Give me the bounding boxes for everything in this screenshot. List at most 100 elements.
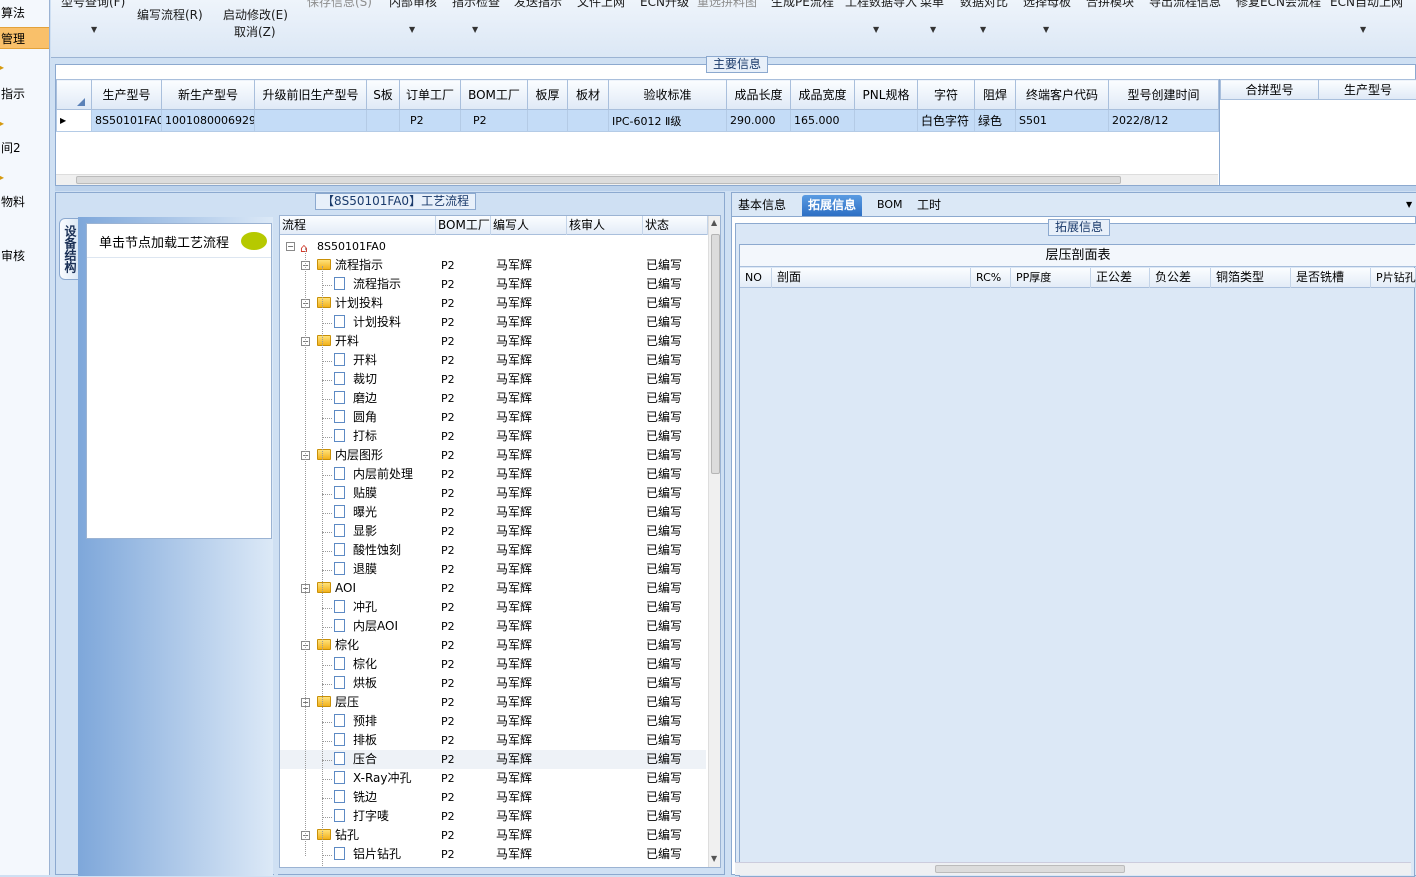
chevron-down-icon[interactable]: ▼	[873, 25, 879, 34]
col-header[interactable]: 成品长度	[727, 80, 791, 110]
col-header[interactable]: 剖面	[772, 268, 971, 288]
table-cell[interactable]: P2	[461, 110, 528, 132]
col-header[interactable]: P片钻孔	[1371, 268, 1416, 288]
tree-folder-node[interactable]: −流程指示P2马军辉已编写	[280, 256, 706, 275]
table-cell[interactable]: S501	[1016, 110, 1109, 132]
nav-item-algorithm[interactable]: 算法	[0, 2, 50, 24]
tree-leaf-node[interactable]: 磨边P2马军辉已编写	[280, 389, 706, 408]
col-header[interactable]: NO	[740, 268, 772, 288]
row-selector-header[interactable]	[57, 80, 92, 110]
nav-item-review[interactable]: 审核	[0, 245, 50, 267]
chevron-down-icon[interactable]: ▼	[91, 25, 97, 34]
chevron-down-icon[interactable]: ▼	[1406, 200, 1412, 209]
tree-leaf-node[interactable]: 内层前处理P2马军辉已编写	[280, 465, 706, 484]
chevron-down-icon[interactable]: ▼	[409, 25, 415, 34]
scroll-up-icon[interactable]: ▲	[711, 218, 717, 227]
toolbar-ecn-auto[interactable]: ECN自动上网	[1330, 0, 1403, 10]
tree-leaf-node[interactable]: 冲孔P2马军辉已编写	[280, 598, 706, 617]
scroll-thumb[interactable]	[76, 176, 1121, 184]
table-cell[interactable]: 2022/8/12	[1109, 110, 1219, 132]
col-header[interactable]: 阻焊	[975, 80, 1016, 110]
tree-root[interactable]: − ⌂8S50101FA0	[280, 237, 706, 256]
col-header-bom[interactable]: BOM工厂	[436, 216, 491, 235]
tab-device-structure[interactable]: 设备结构	[59, 218, 79, 280]
chevron-down-icon[interactable]: ▼	[1043, 25, 1049, 34]
col-header[interactable]: 新生产型号	[162, 80, 255, 110]
tree-leaf-node[interactable]: 流程指示P2马军辉已编写	[280, 275, 706, 294]
toolbar-write-flow-button[interactable]: 编写流程(R)	[137, 6, 203, 23]
table-cell[interactable]: 290.000	[727, 110, 791, 132]
toolbar-select-master[interactable]: 选择母板	[1023, 0, 1071, 10]
col-header[interactable]: RC%	[971, 268, 1011, 288]
nav-item-material[interactable]: 物料	[0, 191, 50, 213]
toolbar-reselect-layout[interactable]: 重选拼料图	[697, 0, 757, 10]
tree-leaf-node[interactable]: 贴膜P2马军辉已编写	[280, 484, 706, 503]
col-header[interactable]: 合拼型号	[1221, 80, 1319, 100]
tree-leaf-node[interactable]: 圆角P2马军辉已编写	[280, 408, 706, 427]
tree-leaf-node[interactable]: 内层AOIP2马军辉已编写	[280, 617, 706, 636]
chevron-down-icon[interactable]: ▼	[930, 25, 936, 34]
table-cell[interactable]: P2	[400, 110, 461, 132]
col-header[interactable]: 成品宽度	[791, 80, 855, 110]
toolbar-save-info[interactable]: 保存信息(S)	[307, 0, 372, 10]
toolbar-menu[interactable]: 菜单	[920, 0, 944, 10]
col-header[interactable]: 板厚	[528, 80, 568, 110]
collapse-icon[interactable]: −	[286, 242, 295, 251]
col-header[interactable]: 型号创建时间	[1109, 80, 1219, 110]
nav-item-management[interactable]: 管理	[0, 27, 50, 49]
tree-folder-node[interactable]: −开料P2马军辉已编写	[280, 332, 706, 351]
col-header[interactable]: 板材	[568, 80, 609, 110]
table-cell[interactable]: 白色字符	[918, 110, 975, 132]
toolbar-merge-module[interactable]: 合拼模块	[1086, 0, 1134, 10]
chevron-down-icon[interactable]: ▼	[980, 25, 986, 34]
tab-man-hours[interactable]: 工时	[911, 195, 947, 216]
tree-leaf-node[interactable]: 显影P2马军辉已编写	[280, 522, 706, 541]
table-cell[interactable]	[255, 110, 367, 132]
col-header-author[interactable]: 编写人	[491, 216, 567, 235]
col-header[interactable]: PP厚度	[1011, 268, 1091, 288]
table-cell[interactable]	[528, 110, 568, 132]
tree-leaf-node[interactable]: 预排P2马军辉已编写	[280, 712, 706, 731]
tree-leaf-node[interactable]: 曝光P2马军辉已编写	[280, 503, 706, 522]
col-header[interactable]: 升级前旧生产型号	[255, 80, 367, 110]
col-header[interactable]: 生产型号	[1319, 80, 1416, 100]
col-header[interactable]: 正公差	[1091, 268, 1150, 288]
detail-hscroll[interactable]	[735, 862, 1411, 875]
col-header[interactable]: PNL规格	[855, 80, 918, 110]
tree-folder-node[interactable]: −AOIP2马军辉已编写	[280, 579, 706, 598]
vertical-splitter[interactable]	[274, 217, 278, 876]
table-row[interactable]: ▶ 8S50101FA0 10010800069294 P2 P2 IPC-60…	[57, 110, 1219, 132]
toolbar-export-flow[interactable]: 导出流程信息	[1149, 0, 1221, 10]
tab-basic-info[interactable]: 基本信息	[732, 195, 792, 216]
table-cell[interactable]	[855, 110, 918, 132]
toolbar-cancel-button[interactable]: 取消(Z)	[234, 23, 276, 40]
toolbar-import-data[interactable]: 工程数据导入	[845, 0, 917, 10]
toolbar-send-instruction[interactable]: 发送指示	[514, 0, 562, 10]
tree-folder-node[interactable]: −计划投料P2马军辉已编写	[280, 294, 706, 313]
toolbar-ecn-upgrade[interactable]: ECN升级	[640, 0, 689, 10]
col-header[interactable]: 是否铣槽	[1291, 268, 1371, 288]
col-header[interactable]: 验收标准	[609, 80, 727, 110]
vertical-splitter-main[interactable]	[726, 192, 730, 875]
tree-leaf-node[interactable]: 铣边P2马军辉已编写	[280, 788, 706, 807]
main-info-hscroll[interactable]	[56, 174, 1218, 185]
table-cell[interactable]: IPC-6012 Ⅱ级	[609, 110, 727, 132]
tree-folder-node[interactable]: −钻孔P2马军辉已编写	[280, 826, 706, 845]
tree-leaf-node[interactable]: 计划投料P2马军辉已编写	[280, 313, 706, 332]
table-cell[interactable]: 10010800069294	[162, 110, 255, 132]
table-cell[interactable]	[568, 110, 609, 132]
col-header[interactable]: 铜箔类型	[1211, 268, 1291, 288]
nav-item-instruction[interactable]: 指示	[0, 83, 50, 105]
col-header[interactable]: 终端客户代码	[1016, 80, 1109, 110]
col-header[interactable]: 生产型号	[92, 80, 162, 110]
tree-folder-node[interactable]: −棕化P2马军辉已编写	[280, 636, 706, 655]
table-cell[interactable]: 165.000	[791, 110, 855, 132]
table-cell[interactable]: 8S50101FA0	[92, 110, 162, 132]
scroll-thumb[interactable]	[935, 865, 1125, 873]
toolbar-internal-review[interactable]: 内部审核	[389, 0, 437, 10]
toolbar-repair-ecn[interactable]: 修复ECN会流程	[1236, 0, 1321, 10]
toolbar-model-query[interactable]: 型号查询(F)	[61, 0, 125, 10]
col-header-flow[interactable]: 流程	[280, 216, 436, 235]
tree-leaf-node[interactable]: 铝片钻孔P2马军辉已编写	[280, 845, 706, 864]
tree-leaf-node[interactable]: 烘板P2马军辉已编写	[280, 674, 706, 693]
